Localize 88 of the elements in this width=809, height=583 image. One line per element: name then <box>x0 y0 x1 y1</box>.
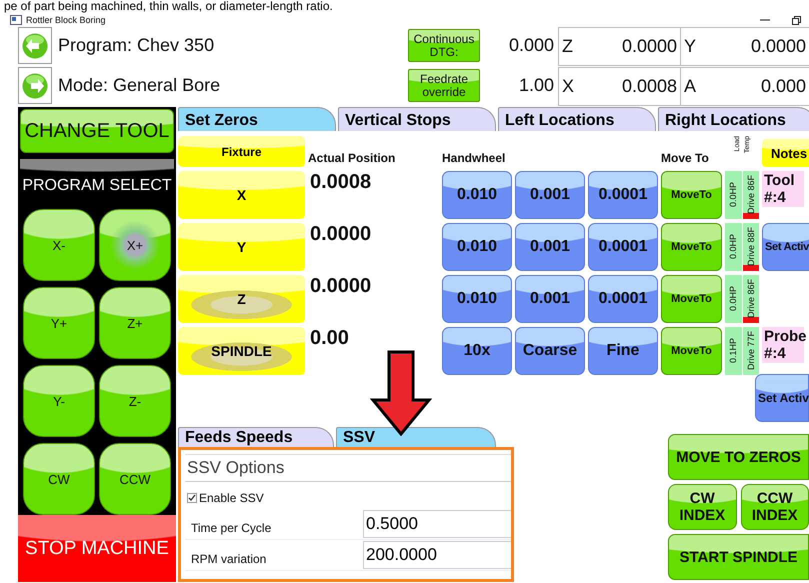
field-label: Time per Cycle <box>190 520 272 535</box>
move-to-button[interactable]: MoveTo <box>661 171 722 219</box>
zero-button[interactable]: Y <box>178 223 305 271</box>
position-value: 0.0008 <box>309 171 372 195</box>
handwheel-button[interactable]: Coarse <box>515 327 585 375</box>
start-spindle-button[interactable]: START SPINDLE <box>668 534 809 580</box>
handwheel-button[interactable]: 0.0001 <box>588 223 658 271</box>
tool-note: Tool #:4 <box>762 171 804 207</box>
arrow-button[interactable] <box>18 67 52 104</box>
move-to-zeros-button[interactable]: MOVE TO ZEROS <box>668 434 809 480</box>
column-header: Actual Position <box>308 151 396 167</box>
position-value: 0.00 <box>309 327 350 351</box>
handwheel-button[interactable]: 0.0001 <box>588 171 658 219</box>
set-active-button[interactable]: Set Activ <box>755 374 809 422</box>
tool-note: Probe #:4 <box>762 327 804 363</box>
handwheel-button[interactable]: 0.001 <box>515 223 585 271</box>
move-to-button[interactable]: MoveTo <box>661 327 722 375</box>
notes-button[interactable]: Notes <box>762 139 809 167</box>
position-value: 0.0000 <box>309 223 372 247</box>
header-label: Program: Chev 350 <box>57 34 216 57</box>
field-label: RPM variation <box>190 551 266 566</box>
load-reading: 0.1HP <box>728 338 738 364</box>
load-reading: 0.0HP <box>728 182 738 208</box>
jog-button[interactable]: Y- <box>23 365 95 437</box>
header-button[interactable]: Feedrate override <box>408 69 480 102</box>
enable-checkbox[interactable] <box>187 493 197 503</box>
handwheel-button[interactable]: 0.010 <box>442 275 512 323</box>
document-text: pe of part being machined, thin walls, or diameter-length ratio. <box>3 0 334 13</box>
axis-value: 0.0008 <box>622 76 677 97</box>
tab[interactable]: Right Locations <box>658 107 809 131</box>
input-field[interactable]: 200.0000 <box>363 541 511 569</box>
axis-label: Z <box>562 36 573 57</box>
jog-button[interactable]: CW <box>23 443 95 515</box>
jog-button[interactable]: X+ <box>99 209 171 281</box>
zero-button[interactable]: Z <box>178 275 305 323</box>
stop-machine-button[interactable]: STOP MACHINE <box>18 515 176 582</box>
header-value: 0.000 <box>508 34 555 57</box>
handwheel-button[interactable]: Fine <box>588 327 658 375</box>
arrow-button[interactable] <box>18 27 52 64</box>
temp-reading: Drive 77F <box>746 331 756 370</box>
set-active-button[interactable]: Set Activ <box>762 223 809 271</box>
move-to-button[interactable]: MoveTo <box>661 223 722 271</box>
change-tool-button[interactable]: CHANGE TOOL <box>20 109 174 153</box>
index-button[interactable]: CW INDEX <box>668 484 736 530</box>
jog-button[interactable]: Z- <box>99 365 171 437</box>
handwheel-button[interactable]: 0.0001 <box>588 275 658 323</box>
zero-button[interactable]: X <box>178 171 305 219</box>
tab[interactable]: Left Locations <box>498 107 656 131</box>
axis-label: A <box>684 76 696 97</box>
tab[interactable]: Vertical Stops <box>338 107 496 131</box>
header-value: 1.00 <box>518 74 555 97</box>
axis-value: 0.000 <box>760 76 806 97</box>
handwheel-button[interactable]: 0.010 <box>442 223 512 271</box>
column-header: Handwheel <box>442 151 506 167</box>
tab[interactable]: Feeds Speeds <box>178 427 334 447</box>
temp-reading: Drive 86F <box>746 279 756 318</box>
panel-title: SSV Options <box>185 454 511 482</box>
axis-value: 0.0000 <box>750 36 806 57</box>
header-label: Mode: General Bore <box>57 74 222 97</box>
axis-label: X <box>562 76 574 97</box>
temp-reading: Drive 86F <box>746 175 756 214</box>
restore-icon <box>791 15 803 25</box>
jog-button[interactable]: Z+ <box>99 287 171 359</box>
app-icon <box>10 15 22 25</box>
handwheel-button[interactable]: 0.001 <box>515 171 585 219</box>
column-header: Move To <box>661 151 710 167</box>
tab[interactable]: SSV <box>336 427 496 447</box>
load-reading: 0.0HP <box>728 286 738 312</box>
jog-button[interactable]: X- <box>23 209 95 281</box>
axis-value: 0.0000 <box>622 36 677 57</box>
jog-button[interactable]: CCW <box>99 443 171 515</box>
fixture-button[interactable]: Fixture <box>178 136 305 167</box>
checkbox-label: Enable SSV <box>199 491 264 505</box>
zero-button[interactable]: SPINDLE <box>178 327 305 375</box>
handwheel-button[interactable]: 0.010 <box>442 171 512 219</box>
index-button[interactable]: CCW INDEX <box>740 484 809 530</box>
tab[interactable]: Set Zeros <box>178 107 336 131</box>
move-to-button[interactable]: MoveTo <box>661 275 722 323</box>
jog-button[interactable]: Y+ <box>23 287 95 359</box>
handwheel-button[interactable]: 10x <box>442 327 512 375</box>
temp-reading: Drive 88F <box>746 227 756 266</box>
header-button[interactable]: Continuous DTG: <box>408 29 480 62</box>
input-field[interactable]: 0.5000 <box>363 510 511 538</box>
position-value: 0.0000 <box>309 275 372 299</box>
handwheel-button[interactable]: 0.001 <box>515 275 585 323</box>
axis-label: Y <box>684 36 696 57</box>
window-title: Rottler Block Boring <box>26 15 106 25</box>
load-reading: 0.0HP <box>728 234 738 260</box>
